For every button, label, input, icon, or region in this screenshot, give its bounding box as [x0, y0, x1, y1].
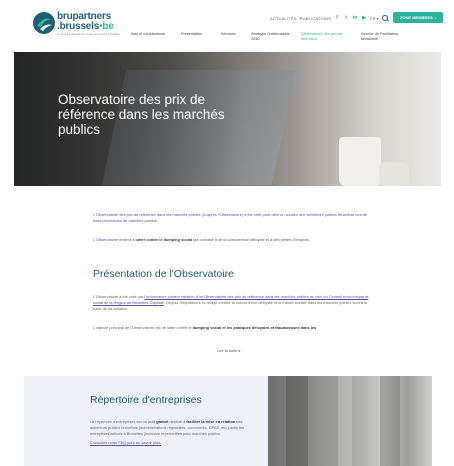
brupartners-logo[interactable]: brupartners .brussels•be le site des ent…	[32, 11, 122, 41]
logo-mark-icon	[33, 12, 55, 34]
logo-tagline: le site des entreprises au service de la…	[57, 33, 120, 36]
repertoire-text-1b: destiné à	[168, 419, 187, 424]
image-column	[380, 376, 400, 466]
intro-paragraph-1: L'Observatoire des prix de référence dan…	[93, 212, 373, 224]
nav-item-facilitation[interactable]: Service de Facilitation sectorielle	[356, 32, 416, 42]
presentation-text-1a: L'Observatoire a été créé par	[93, 294, 145, 299]
logo-text-brussels: .brussels	[57, 21, 100, 32]
intro-text-2b: qui consiste à de la concurrence déloyal…	[192, 237, 310, 242]
read-more-link[interactable]: Lire la suite ▸	[217, 348, 241, 353]
repertoire-text: Le répertoire d'entreprises est un outil…	[90, 419, 260, 449]
intro-text-2a: L'Observatoire entend à	[93, 237, 136, 242]
nav-item-presentation[interactable]: Présentation	[176, 32, 216, 42]
hero-banner: Observatoire des prix de référence dans …	[14, 52, 441, 186]
link-publications[interactable]: PUBLICATIONS	[300, 16, 331, 21]
repertoire-text-1a: Le répertoire d'entreprises est un outil	[90, 419, 157, 424]
repertoire-heading: Répertoire d'entreprises	[90, 394, 202, 406]
faq-link[interactable]: Consultez notre FAQ pour en savoir plus.	[90, 440, 161, 445]
nav-item-services[interactable]: Services	[216, 32, 246, 42]
member-zone-button[interactable]: ZONE MEMBRES ›	[393, 12, 443, 23]
logo-text-be: •be	[99, 21, 114, 32]
repertoire-text-bold-2: faciliter la mise en relation	[186, 419, 236, 424]
site-header: brupartners .brussels•be le site des ent…	[0, 0, 454, 52]
utility-bar: ACTUALITÉS PUBLICATIONS f t in ▶ FR ▾	[270, 13, 389, 23]
presentation-paragraph-1: L'Observatoire a été créé par l'ordonnan…	[93, 294, 373, 312]
hero-cup-image	[339, 137, 381, 186]
presentation-heading: Présentation de l'Observatoire	[93, 268, 234, 280]
image-column	[286, 376, 308, 466]
main-nav: Avis et contributions Présentation Servi…	[126, 32, 416, 42]
hero-saucer-image	[379, 162, 409, 186]
youtube-icon[interactable]: ▶	[361, 15, 367, 21]
repertoire-image	[268, 376, 432, 466]
presentation-text-2-bold: dumping social et les pratiques déloyale…	[192, 325, 317, 330]
intro-text-1: L'Observatoire des prix de référence dan…	[93, 212, 368, 223]
nav-item-observatoire[interactable]: Observatoire des prix de référence	[296, 32, 356, 42]
presentation-text-2a: L'objectif principal de l'Observatoire e…	[93, 325, 193, 330]
image-column	[338, 376, 352, 466]
language-selector[interactable]: FR ▾	[370, 16, 378, 21]
chevron-right-icon: ›	[434, 15, 436, 20]
repertoire-text-bold-1: gratuit	[156, 419, 169, 424]
twitter-icon[interactable]: t	[343, 15, 349, 21]
intro-text-2-bold: lutter contre le dumping social	[135, 237, 193, 242]
facebook-icon[interactable]: f	[334, 15, 340, 21]
linkedin-icon[interactable]: in	[352, 15, 358, 21]
presentation-paragraph-2: L'objectif principal de l'Observatoire e…	[93, 325, 373, 331]
nav-item-avis[interactable]: Avis et contributions	[126, 32, 176, 42]
search-icon[interactable]	[381, 14, 389, 22]
intro-paragraph-2: L'Observatoire entend à lutter contre le…	[93, 237, 373, 243]
page-title: Observatoire des prix de référence dans …	[58, 92, 225, 137]
link-actualites[interactable]: ACTUALITÉS	[270, 16, 297, 21]
nav-item-strategie[interactable]: Stratégie Goldbrussels 2030	[246, 32, 296, 42]
member-zone-label: ZONE MEMBRES	[399, 15, 433, 20]
